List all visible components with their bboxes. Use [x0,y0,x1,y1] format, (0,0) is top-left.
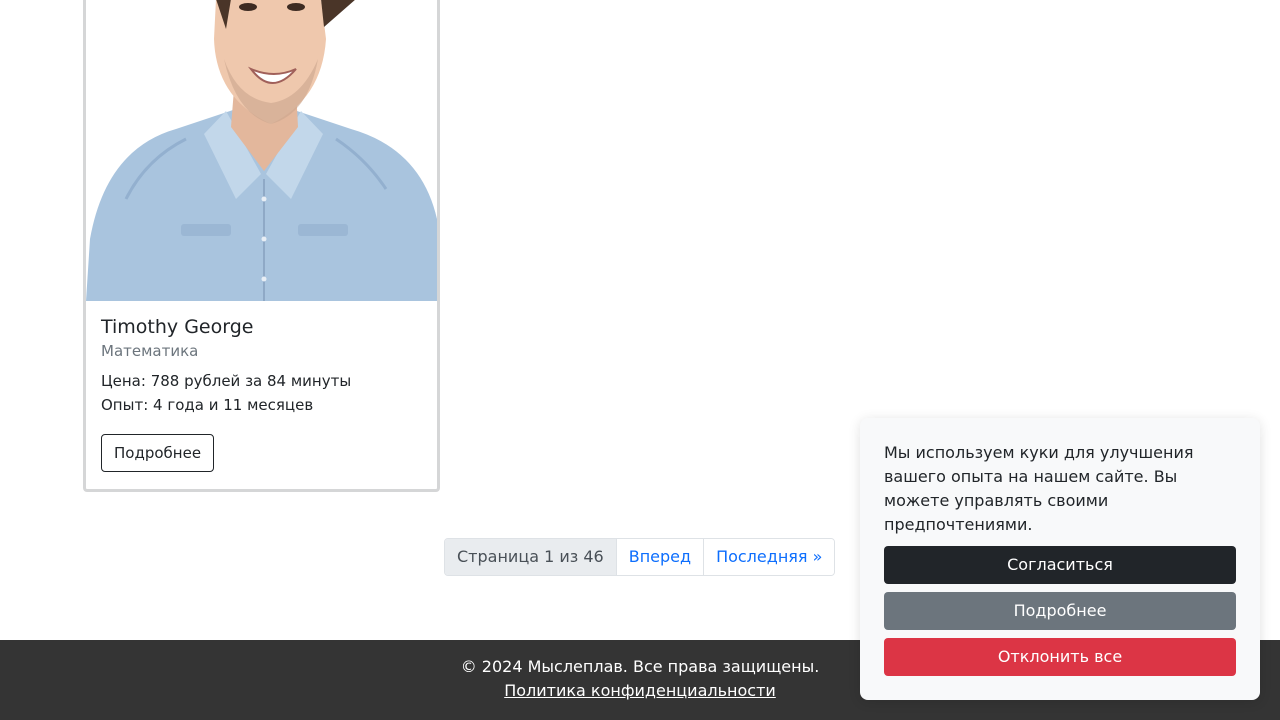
privacy-policy-link[interactable]: Политика конфиденциальности [504,681,776,700]
tutor-price: Цена: 788 рублей за 84 минуты [101,372,352,390]
cookie-more-button[interactable]: Подробнее [884,592,1236,630]
cookie-accept-button[interactable]: Согласиться [884,546,1236,584]
tutor-details-button[interactable]: Подробнее [101,434,215,472]
tutor-name: Timothy George [101,316,254,338]
pagination-last-link[interactable]: Последняя » [703,539,835,575]
page: Timothy George Математика Цена: 788 рубл… [0,0,1280,720]
pagination: Страница 1 из 46 Вперед Последняя » [444,538,836,576]
pagination-next-link[interactable]: Вперед [616,539,704,575]
pagination-current-page: Страница 1 из 46 [445,539,617,575]
tutor-subject: Математика [101,342,199,360]
cookie-reject-button[interactable]: Отклонить все [884,638,1236,676]
cookie-message: Мы используем куки для улучшения вашего … [884,443,1194,534]
tutor-card: Timothy George Математика Цена: 788 рубл… [83,0,440,492]
tutor-card-body: Timothy George Математика Цена: 788 рубл… [101,315,421,472]
tutor-experience: Опыт: 4 года и 11 месяцев [101,396,314,414]
cookie-banner: Мы используем куки для улучшения вашего … [860,418,1260,700]
tutor-photo [86,0,437,301]
